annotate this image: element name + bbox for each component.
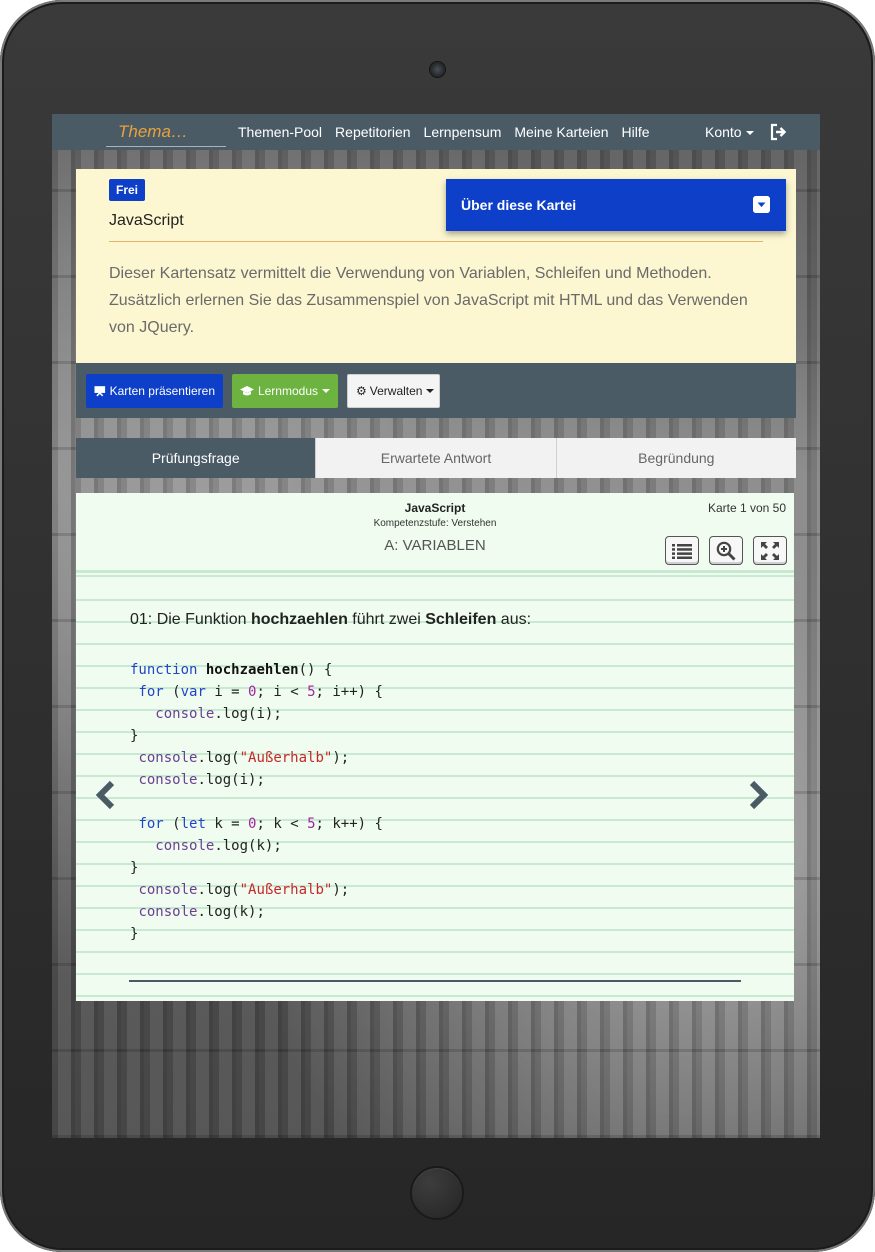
code-line: }	[130, 728, 139, 744]
question-suffix: aus:	[496, 611, 532, 628]
toggle-icon	[753, 196, 770, 213]
manage-button[interactable]: ⚙ Verwalten	[347, 374, 440, 408]
tab-pruefungsfrage[interactable]: Prüfungsfrage	[76, 438, 316, 478]
code-line: }	[130, 860, 139, 876]
zoom-in-icon	[716, 541, 736, 561]
card-list-button[interactable]	[665, 536, 699, 565]
code-line: console.log(i);	[138, 772, 265, 788]
present-cards-label: Karten präsentieren	[109, 384, 215, 398]
manage-label: Verwalten	[369, 384, 423, 398]
account-dropdown[interactable]: Konto	[705, 124, 754, 140]
card-divider	[129, 980, 741, 982]
divider	[109, 241, 763, 242]
account-label: Konto	[705, 124, 742, 140]
card-deck-name: JavaScript	[404, 501, 466, 515]
status-badge: Frei	[109, 179, 146, 201]
code-line: for (var i = 0; i < 5; i++) {	[138, 684, 383, 700]
question-middle: führt zwei	[347, 611, 426, 628]
learn-mode-button[interactable]: Lernmodus	[232, 374, 338, 408]
tablet-frame: Thema… Themen-Pool Repetitorien Lernpens…	[0, 0, 875, 1252]
deck-info-panel: Frei JavaScript Dieser Kartensatz vermit…	[76, 169, 796, 363]
question-text: 01: Die Funktion hochzaehlen führt zwei …	[130, 611, 531, 629]
question-prefix: 01: Die Funktion	[130, 611, 251, 628]
logout-icon[interactable]	[769, 123, 787, 141]
fullscreen-button[interactable]	[753, 536, 787, 565]
graduation-cap-icon	[240, 385, 254, 396]
nav-links: Themen-Pool Repetitorien Lernpensum Mein…	[238, 124, 663, 140]
code-line: console.log(k);	[138, 904, 265, 920]
question-loops-word: Schleifen	[425, 611, 497, 628]
fullscreen-icon	[761, 541, 779, 560]
nav-link-hilfe[interactable]: Hilfe	[622, 124, 650, 140]
nav-link-themen-pool[interactable]: Themen-Pool	[238, 124, 322, 140]
gear-icon: ⚙	[356, 384, 367, 398]
nav-link-repetitorien[interactable]: Repetitorien	[335, 124, 411, 140]
code-line: function hochzaehlen() {	[130, 662, 333, 678]
caret-down-icon	[322, 389, 330, 393]
caret-down-icon	[426, 389, 435, 393]
home-button[interactable]	[410, 1166, 464, 1220]
code-block: function hochzaehlen() { for (var i = 0;…	[130, 659, 383, 945]
tab-begruendung[interactable]: Begründung	[555, 438, 796, 478]
code-line: console.log("Außerhalb");	[138, 882, 350, 898]
deck-toolbar: Karten präsentieren Lernmodus ⚙ Verwalte…	[76, 363, 796, 418]
deck-title: JavaScript	[109, 212, 184, 229]
zoom-button[interactable]	[709, 536, 743, 565]
code-line: console.log("Außerhalb");	[138, 750, 350, 766]
code-line: console.log(k);	[155, 838, 282, 854]
nav-link-lernpensum[interactable]: Lernpensum	[424, 124, 502, 140]
code-line: }	[130, 926, 139, 942]
code-line: for (let k = 0; k < 5; k++) {	[138, 816, 383, 832]
present-cards-button[interactable]: Karten präsentieren	[86, 374, 223, 408]
question-function-name: hochzaehlen	[250, 611, 348, 628]
card-header: JavaScript Kompetenzstufe: Verstehen A: …	[76, 493, 794, 573]
flashcard: JavaScript Kompetenzstufe: Verstehen A: …	[76, 493, 794, 1001]
nav-link-meine-karteien[interactable]: Meine Karteien	[514, 124, 608, 140]
camera-icon	[430, 62, 445, 77]
list-icon	[672, 543, 692, 559]
chevron-left-icon[interactable]	[94, 779, 118, 811]
learn-mode-label: Lernmodus	[257, 384, 318, 398]
navbar: Thema… Themen-Pool Repetitorien Lernpens…	[52, 114, 820, 150]
deck-description: Dieser Kartensatz vermittelt die Verwend…	[109, 265, 748, 336]
brand-search[interactable]: Thema…	[106, 122, 226, 147]
about-deck-label: Über diese Kartei	[461, 197, 577, 213]
card-counter: Karte 1 von 50	[707, 501, 786, 515]
chevron-right-icon[interactable]	[746, 779, 770, 811]
caret-down-icon	[745, 131, 754, 136]
presentation-icon	[94, 386, 106, 397]
code-line: console.log(i);	[155, 706, 282, 722]
card-competence-level: Kompetenzstufe: Verstehen	[373, 518, 497, 529]
card-side-tabs: Prüfungsfrage Erwartete Antwort Begründu…	[76, 438, 796, 478]
screen: Thema… Themen-Pool Repetitorien Lernpens…	[52, 114, 820, 1138]
about-deck-toggle[interactable]: Über diese Kartei	[446, 179, 786, 231]
tab-erwartete-antwort[interactable]: Erwartete Antwort	[315, 438, 556, 478]
